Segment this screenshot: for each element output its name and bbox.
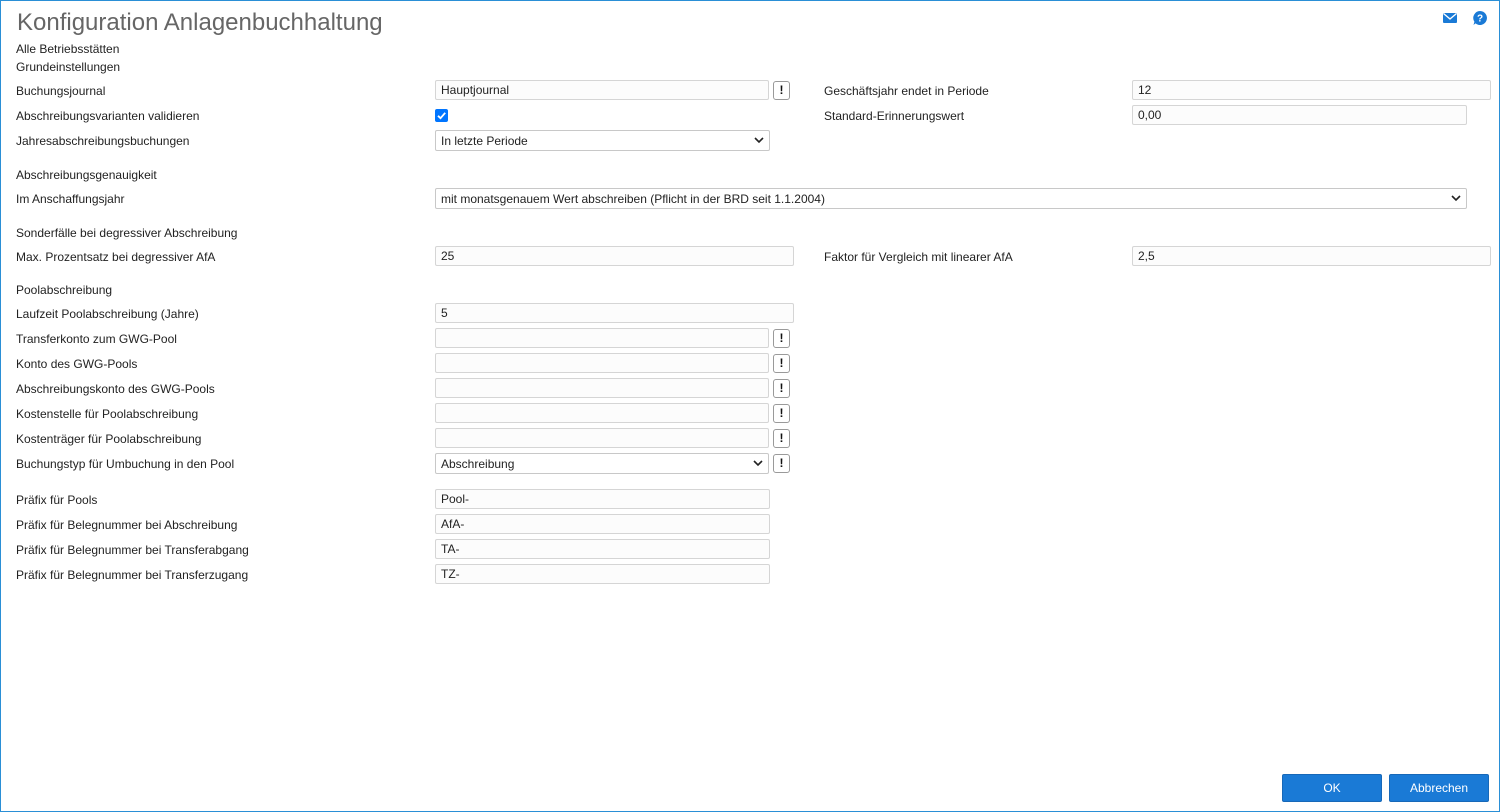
transferkonto-input[interactable] <box>435 328 769 348</box>
jahresabschreibung-select-value: In letzte Periode <box>441 134 528 148</box>
kostentraeger-label: Kostenträger für Poolabschreibung <box>16 432 202 446</box>
abschreibungskonto-input[interactable] <box>435 378 769 398</box>
section-heading-pool: Poolabschreibung <box>16 283 113 297</box>
mail-icon[interactable] <box>1442 10 1458 26</box>
geschaeftsjahr-label: Geschäftsjahr endet in Periode <box>824 84 989 98</box>
max-prozentsatz-input[interactable]: 25 <box>435 246 794 266</box>
abschreibungskonto-info-button[interactable]: ! <box>773 379 790 398</box>
jahresabschreibung-label: Jahresabschreibungsbuchungen <box>16 134 190 148</box>
gwg-konto-info-button[interactable]: ! <box>773 354 790 373</box>
kostentraeger-info-button[interactable]: ! <box>773 429 790 448</box>
chevron-down-icon <box>1451 195 1461 202</box>
praefix-pools-label: Präfix für Pools <box>16 493 98 507</box>
scope-label: Alle Betriebsstätten <box>16 42 120 56</box>
erinnerungswert-input[interactable]: 0,00 <box>1132 105 1467 125</box>
praefix-pools-input[interactable]: Pool- <box>435 489 770 509</box>
geschaeftsjahr-input[interactable]: 12 <box>1132 80 1491 100</box>
faktor-label: Faktor für Vergleich mit linearer AfA <box>824 250 1013 264</box>
cancel-button[interactable]: Abbrechen <box>1389 774 1489 802</box>
buchungsjournal-input[interactable]: Hauptjournal <box>435 80 769 100</box>
praefix-transferabgang-input[interactable]: TA- <box>435 539 770 559</box>
transferkonto-label: Transferkonto zum GWG-Pool <box>16 332 177 346</box>
buchungstyp-select[interactable]: Abschreibung <box>435 453 769 474</box>
ok-button[interactable]: OK <box>1282 774 1382 802</box>
buchungsjournal-label: Buchungsjournal <box>16 84 106 98</box>
gwg-konto-label: Konto des GWG-Pools <box>16 357 138 371</box>
buchungstyp-select-value: Abschreibung <box>441 457 515 471</box>
section-heading-degressiv: Sonderfälle bei degressiver Abschreibung <box>16 226 238 240</box>
praefix-abschreibung-input[interactable]: AfA- <box>435 514 770 534</box>
buchungstyp-label: Buchungstyp für Umbuchung in den Pool <box>16 457 235 471</box>
anschaffungsjahr-select[interactable]: mit monatsgenauem Wert abschreiben (Pfli… <box>435 188 1467 209</box>
anschaffungsjahr-select-value: mit monatsgenauem Wert abschreiben (Pfli… <box>441 192 825 206</box>
chevron-down-icon <box>753 460 763 467</box>
section-heading-grundeinstellungen: Grundeinstellungen <box>16 60 121 74</box>
svg-text:?: ? <box>1477 14 1483 25</box>
praefix-transferzugang-input[interactable]: TZ- <box>435 564 770 584</box>
faktor-input[interactable]: 2,5 <box>1132 246 1491 266</box>
chevron-down-icon <box>754 137 764 144</box>
praefix-transferzugang-label: Präfix für Belegnummer bei Transferzugan… <box>16 568 249 582</box>
checkmark-icon <box>437 112 446 120</box>
erinnerungswert-label: Standard-Erinnerungswert <box>824 109 965 123</box>
gwg-konto-input[interactable] <box>435 353 769 373</box>
praefix-abschreibung-label: Präfix für Belegnummer bei Abschreibung <box>16 518 238 532</box>
kostentraeger-input[interactable] <box>435 428 769 448</box>
help-icon[interactable]: ? <box>1472 10 1488 26</box>
anschaffungsjahr-label: Im Anschaffungsjahr <box>16 192 125 206</box>
validieren-label: Abschreibungsvarianten validieren <box>16 109 200 123</box>
validieren-checkbox[interactable] <box>435 109 448 122</box>
page-title: Konfiguration Anlagenbuchhaltung <box>17 9 383 36</box>
kostenstelle-label: Kostenstelle für Poolabschreibung <box>16 407 199 421</box>
praefix-transferabgang-label: Präfix für Belegnummer bei Transferabgan… <box>16 543 249 557</box>
buchungstyp-info-button[interactable]: ! <box>773 454 790 473</box>
laufzeit-label: Laufzeit Poolabschreibung (Jahre) <box>16 307 199 321</box>
kostenstelle-info-button[interactable]: ! <box>773 404 790 423</box>
kostenstelle-input[interactable] <box>435 403 769 423</box>
jahresabschreibung-select[interactable]: In letzte Periode <box>435 130 770 151</box>
transferkonto-info-button[interactable]: ! <box>773 329 790 348</box>
section-heading-genauigkeit: Abschreibungsgenauigkeit <box>16 168 157 182</box>
max-prozentsatz-label: Max. Prozentsatz bei degressiver AfA <box>16 250 216 264</box>
buchungsjournal-info-button[interactable]: ! <box>773 81 790 100</box>
laufzeit-input[interactable]: 5 <box>435 303 794 323</box>
abschreibungskonto-label: Abschreibungskonto des GWG-Pools <box>16 382 215 396</box>
